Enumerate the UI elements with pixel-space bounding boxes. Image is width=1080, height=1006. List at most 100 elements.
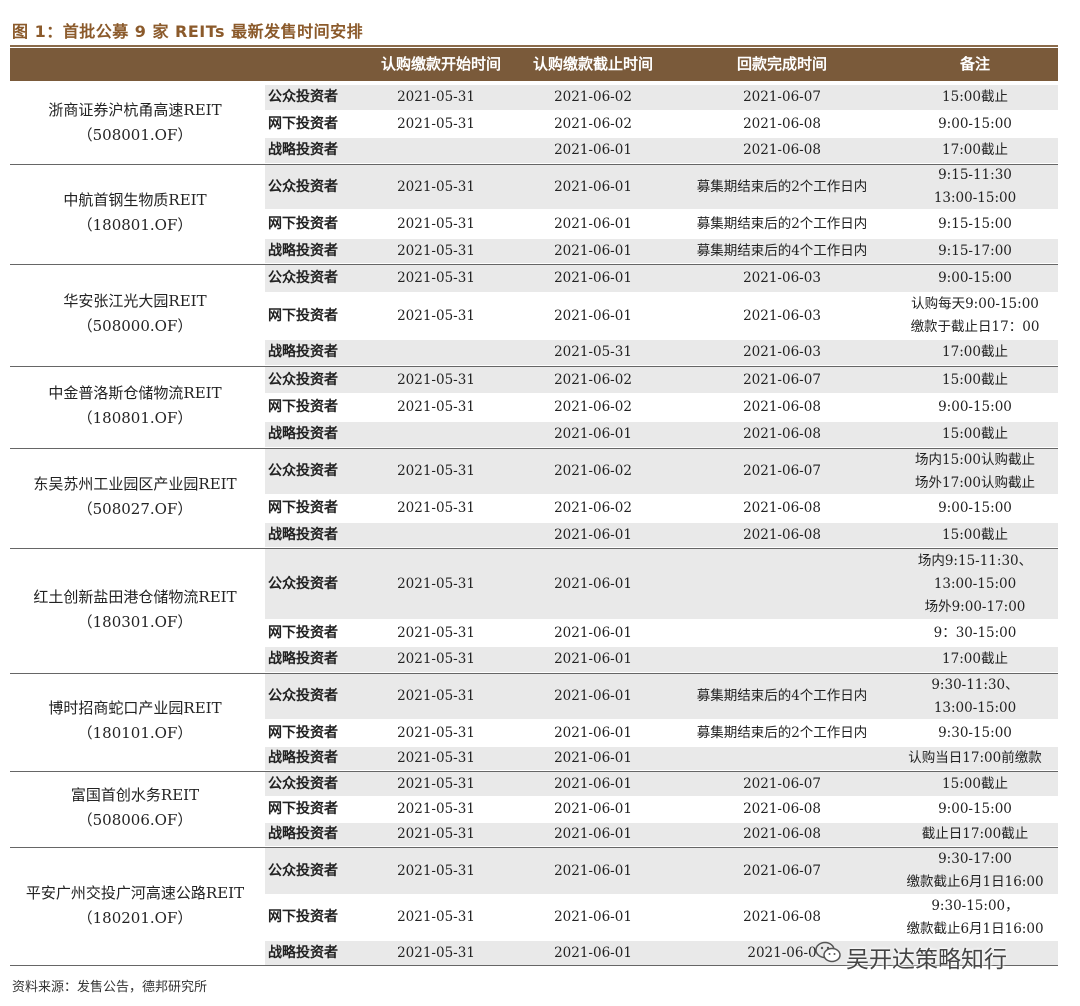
start-date: 2021-05-31: [397, 372, 475, 388]
note-line: 9:00-15:00: [938, 801, 1012, 817]
fund-name: 博时招商蛇口产业园REIT （180101.OF）: [10, 696, 260, 746]
investor-type: 战略投资者: [268, 142, 338, 158]
fund-code: （180201.OF）: [77, 908, 193, 927]
note-line: 截止日17:00截止: [921, 826, 1029, 842]
note-cell: 9:15-17:00: [892, 240, 1058, 263]
note-line: 9:30-17:00: [938, 851, 1012, 867]
note-cell: 15:00截止: [892, 524, 1058, 547]
investor-type: 战略投资者: [268, 945, 338, 961]
note-cell: 15:00截止: [892, 86, 1058, 109]
note-cell: 场内15:00认购截止 场外17:00认购截止: [892, 449, 1058, 495]
investor-type: 公众投资者: [268, 776, 338, 792]
end-date: 2021-06-02: [554, 500, 632, 516]
investor-type: 网下投资者: [268, 625, 338, 641]
investor-type: 网下投资者: [268, 801, 338, 817]
investor-type: 网下投资者: [268, 909, 338, 925]
note-cell: 场内9:15-11:30、 13:00-15:00 场外9:00-17:00: [892, 550, 1058, 619]
fund-name: 中金普洛斯仓储物流REIT （180801.OF）: [10, 381, 260, 431]
note-line: 9:30-11:30、: [931, 676, 1019, 693]
note-line: 13:00-15:00: [933, 190, 1017, 206]
investor-type: 战略投资者: [268, 344, 338, 360]
refund-date: 2021-06-08: [743, 801, 821, 817]
start-date: 2021-05-31: [397, 308, 475, 324]
investor-type: 公众投资者: [268, 863, 338, 879]
note-line: 15:00截止: [942, 775, 1008, 792]
note-line: 17:00截止: [942, 344, 1008, 360]
end-date: 2021-06-01: [554, 308, 632, 324]
investor-type: 战略投资者: [268, 243, 338, 259]
investor-type: 战略投资者: [268, 426, 338, 442]
note-line: 15:00截止: [942, 426, 1008, 442]
investor-type: 战略投资者: [268, 651, 338, 667]
note-line: 场内9:15-11:30、: [917, 552, 1033, 569]
start-date: 2021-05-31: [397, 89, 475, 105]
start-date: 2021-05-31: [397, 625, 475, 641]
investor-type: 战略投资者: [268, 527, 338, 543]
end-date: 2021-06-01: [554, 725, 632, 741]
note-line: 17:00截止: [942, 651, 1008, 667]
start-date: 2021-05-31: [397, 399, 475, 415]
note-cell: 9:30-15:00， 缴款截止6月1日16:00: [892, 895, 1058, 941]
note-cell: 15:00截止: [892, 773, 1058, 796]
note-cell: 截止日17:00截止: [892, 823, 1058, 846]
header-end: 认购缴款截止时间: [532, 55, 653, 73]
end-date: 2021-06-01: [554, 750, 632, 766]
fund-name: 富国首创水务REIT （508006.OF）: [10, 783, 260, 833]
refund-date: 2021-06-08: [743, 142, 821, 158]
end-date: 2021-06-01: [554, 216, 632, 232]
start-date: 2021-05-31: [397, 776, 475, 792]
investor-type: 公众投资者: [268, 89, 338, 105]
investor-type: 网下投资者: [268, 725, 338, 741]
note-line: 15:00截止: [942, 526, 1008, 543]
end-date: 2021-06-01: [554, 625, 632, 641]
end-date: 2021-06-01: [554, 688, 632, 704]
note-line: 缴款于截止日17：00: [910, 319, 1040, 335]
refund-date: [672, 548, 892, 620]
note-line: 9:00-15:00: [938, 399, 1012, 415]
note-cell: 17:00截止: [892, 648, 1058, 671]
fund-title: 中航首钢生物质REIT: [63, 191, 207, 209]
start-date: 2021-05-31: [397, 116, 475, 132]
note-cell: 17:00截止: [892, 139, 1058, 162]
start-date: 2021-05-31: [397, 863, 475, 879]
end-date: 2021-06-01: [554, 801, 632, 817]
end-date: 2021-06-01: [554, 945, 632, 961]
note-cell: 9:30-15:00: [892, 722, 1058, 745]
group-separator: [10, 847, 1058, 848]
start-date: 2021-05-31: [397, 801, 475, 817]
fund-name: 华安张江光大园REIT （508000.OF）: [10, 289, 260, 339]
note-line: 9:15-17:00: [938, 242, 1012, 259]
note-line: 9:00-15:00: [938, 500, 1012, 516]
note-cell: 9:15-11:30 13:00-15:00: [892, 164, 1058, 210]
start-date: 2021-05-31: [397, 216, 475, 232]
note-cell: 9:00-15:00: [892, 497, 1058, 520]
fund-code: （180101.OF）: [77, 724, 193, 742]
note-cell: 17:00截止: [892, 341, 1058, 364]
note-line: 场外17:00认购截止: [915, 474, 1035, 491]
refund-date: 募集期结束后的4个工作日内: [696, 243, 868, 259]
note-line: 9:30-15:00: [938, 724, 1012, 741]
note-line: 认购当日17:00前缴款: [908, 750, 1042, 766]
end-date: 2021-06-01: [554, 826, 632, 842]
investor-type: 战略投资者: [268, 750, 338, 766]
fund-name: 红土创新盐田港仓储物流REIT （180301.OF）: [10, 585, 260, 635]
source-note: 资料来源：发售公告，德邦研究所: [12, 980, 208, 995]
start-date: [364, 137, 508, 164]
note-line: 场外9:00-17:00: [924, 598, 1026, 615]
fund-name: 东吴苏州工业园区产业园REIT （508027.OF）: [10, 472, 260, 522]
refund-date: 2021-06-08: [743, 527, 821, 543]
end-date: 2021-06-01: [554, 426, 632, 442]
group-separator: [10, 771, 1058, 772]
note-line: 缴款截止6月1日16:00: [906, 874, 1044, 890]
start-date: 2021-05-31: [397, 179, 475, 195]
refund-date: 2021-06-03: [743, 308, 821, 324]
note-cell: 认购每天9:00-15:00 缴款于截止日17：00: [892, 293, 1058, 339]
refund-date: 2021-06-07: [743, 372, 821, 388]
end-date: 2021-06-01: [554, 909, 632, 925]
investor-type: 公众投资者: [268, 463, 338, 479]
table-header: 认购缴款开始时间 认购缴款截止时间 回款完成时间 备注: [10, 48, 1058, 81]
note-line: 9:30-15:00，: [931, 897, 1019, 914]
note-line: 认购每天9:00-15:00: [911, 296, 1039, 312]
note-line: 15:00截止: [942, 371, 1008, 388]
end-date: 2021-06-01: [554, 527, 632, 543]
